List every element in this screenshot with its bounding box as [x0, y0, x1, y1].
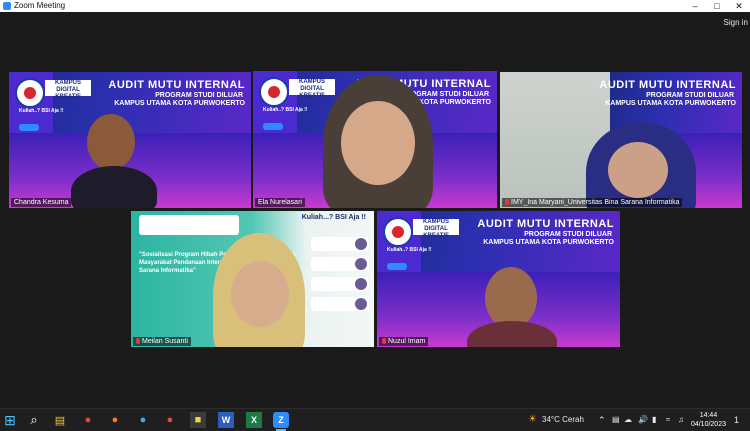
- zoom-app-icon: [3, 2, 11, 10]
- close-button[interactable]: ✕: [728, 0, 750, 12]
- audit-subtitle-2: KAMPUS UTAMA KOTA PURWOKERTO: [605, 100, 736, 107]
- windows-start-icon[interactable]: ⊞: [2, 412, 18, 428]
- kampus-label: KAMPUS DIGITAL KREATIF: [413, 219, 459, 239]
- speaker-icon[interactable]: 🔊: [638, 409, 648, 431]
- speaker-card: [311, 297, 369, 311]
- participant-body: [71, 166, 157, 208]
- window-title-bar: Zoom Meeting – □ ✕: [0, 0, 750, 12]
- audit-subtitle-1: PROGRAM STUDI DILUAR: [646, 92, 734, 99]
- speaker-card: [311, 257, 369, 271]
- clock-time: 14:44: [699, 412, 718, 419]
- wifi-icon[interactable]: ≈: [666, 409, 670, 431]
- sponsor-logos: [139, 215, 239, 235]
- video-tile-meilan[interactable]: Kuliah...? BSI Aja !! "Sosialisasi Progr…: [131, 211, 374, 347]
- network-icon[interactable]: ▤: [612, 409, 620, 431]
- mic-muted-icon: [505, 199, 509, 205]
- chrome-alt-icon[interactable]: ●: [162, 412, 178, 428]
- weather-icon: ☀: [528, 414, 537, 425]
- participant-name: Ela Nurelasari: [255, 198, 305, 207]
- video-tile-nuzul[interactable]: KAMPUS DIGITAL KREATIF AUDIT MUTU INTERN…: [377, 211, 620, 347]
- weather-text[interactable]: 34°C Cerah: [542, 409, 584, 431]
- battery-icon[interactable]: ▮: [652, 409, 656, 431]
- participant-name: IMY_Ina Maryani_Universitas Bina Sarana …: [502, 198, 683, 207]
- zoom-chip: [387, 263, 407, 270]
- windows-taskbar: ⊞ ⌕ ▤ ● ● ● ● ■ W X Z ☀ 34°C Cerah ⌃ ▤ ☁…: [0, 408, 750, 431]
- sticky-notes-icon[interactable]: ■: [190, 412, 206, 428]
- word-icon[interactable]: W: [218, 412, 234, 428]
- university-logo: [383, 217, 413, 247]
- chevron-up-icon[interactable]: ⌃: [598, 409, 606, 431]
- notification-count: 1: [734, 415, 740, 425]
- speaker-card: [311, 277, 369, 291]
- chrome-icon[interactable]: ●: [80, 412, 96, 428]
- clock-date: 04/10/2023: [690, 421, 726, 428]
- video-tile-chandra[interactable]: KAMPUS DIGITAL KREATIF AUDIT MUTU INTERN…: [9, 72, 251, 208]
- audit-title: AUDIT MUTU INTERNAL: [108, 79, 245, 91]
- kuliah-tagline: Kuliah..? BSI Aja !!: [387, 247, 432, 253]
- participant-face: [608, 142, 668, 198]
- volume-icon[interactable]: ♫: [678, 409, 684, 431]
- firefox-icon[interactable]: ●: [107, 412, 123, 428]
- kuliah-tagline: Kuliah..? BSI Aja !!: [263, 107, 308, 113]
- video-tile-ina[interactable]: AUDIT MUTU INTERNAL PROGRAM STUDI DILUAR…: [500, 72, 742, 208]
- audit-title: AUDIT MUTU INTERNAL: [599, 79, 736, 91]
- participant-face: [341, 101, 415, 185]
- minimize-button[interactable]: –: [684, 0, 706, 12]
- kuliah-tagline: Kuliah...? BSI Aja !!: [301, 214, 366, 221]
- taskbar-clock[interactable]: 14:44 04/10/2023: [691, 411, 726, 429]
- file-explorer-icon[interactable]: ▤: [52, 412, 68, 428]
- sign-in-link[interactable]: Sign in: [724, 18, 748, 27]
- kampus-label: KAMPUS DIGITAL KREATIF: [45, 80, 91, 100]
- window-title: Zoom Meeting: [14, 1, 66, 10]
- participant-name: Chandra Kesuma: [11, 198, 72, 207]
- participant-face: [485, 267, 537, 329]
- participant-face: [87, 114, 135, 170]
- participant-name: Nuzul Imam: [379, 337, 429, 346]
- edge-icon[interactable]: ●: [135, 412, 151, 428]
- university-logo: [259, 77, 289, 107]
- participant-name: Meilan Susanti: [133, 337, 191, 346]
- participant-face: [231, 261, 289, 327]
- university-logo: [15, 78, 45, 108]
- zoom-chip: [19, 124, 39, 131]
- excel-icon[interactable]: X: [246, 412, 262, 428]
- audit-subtitle-1: PROGRAM STUDI DILUAR: [155, 92, 243, 99]
- audit-subtitle-2: KAMPUS UTAMA KOTA PURWOKERTO: [483, 239, 614, 246]
- mic-muted-icon: [136, 338, 140, 344]
- audit-subtitle-1: PROGRAM STUDI DILUAR: [524, 231, 612, 238]
- video-tile-ela[interactable]: KAMPUS DIGITAL KREATIF AUDIT MUTU INTERN…: [253, 71, 497, 208]
- audit-title: AUDIT MUTU INTERNAL: [477, 218, 614, 230]
- mic-muted-icon: [382, 338, 386, 344]
- zoom-icon[interactable]: Z: [273, 412, 289, 431]
- kampus-label: KAMPUS DIGITAL KREATIF: [289, 79, 335, 99]
- speaker-card: [311, 237, 369, 251]
- zoom-chip: [263, 123, 283, 130]
- maximize-button[interactable]: □: [706, 0, 728, 12]
- notification-icon[interactable]: 1: [734, 409, 739, 431]
- search-icon[interactable]: ⌕: [26, 412, 42, 428]
- audit-subtitle-2: KAMPUS UTAMA KOTA PURWOKERTO: [114, 100, 245, 107]
- cloud-icon[interactable]: ☁: [624, 409, 632, 431]
- kuliah-tagline: Kuliah..? BSI Aja !!: [19, 108, 64, 114]
